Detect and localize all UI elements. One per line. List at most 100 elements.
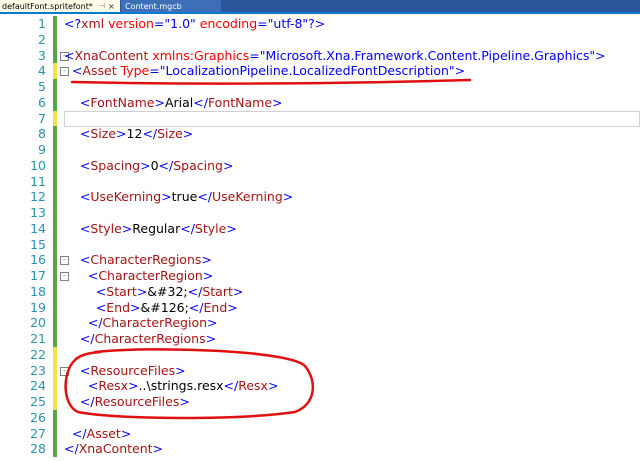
line-number: 27: [30, 425, 46, 441]
line-number: 21: [30, 331, 46, 346]
code-token: <: [64, 378, 99, 394]
line-number: 18: [30, 283, 46, 299]
code-token: >: [182, 126, 194, 142]
line-number: 11: [30, 173, 46, 189]
code-token: encoding: [195, 16, 258, 31]
change-marker: [53, 441, 57, 458]
code-line[interactable]: 16- <CharacterRegions>: [0, 252, 640, 269]
change-marker: [53, 346, 57, 363]
code-token: >: [130, 299, 141, 315]
change-marker: [53, 299, 57, 316]
code-token: =: [153, 16, 165, 31]
code-token: </: [180, 220, 195, 236]
code-line[interactable]: 9: [0, 142, 640, 158]
code-token: >: [222, 157, 234, 173]
code-token: Type: [116, 63, 150, 79]
code-token: >: [226, 220, 237, 236]
code-token: >: [232, 283, 244, 299]
code-token: Resx: [98, 378, 129, 394]
code-token: <: [64, 189, 91, 205]
code-token: </: [142, 126, 158, 142]
code-line[interactable]: 27 </Asset>: [0, 425, 640, 442]
code-line[interactable]: 22: [0, 346, 640, 363]
change-marker: [53, 110, 57, 127]
code-line[interactable]: 18 <Start>&#32;</Start>: [0, 283, 640, 300]
code-line[interactable]: 25 </ResourceFiles>: [0, 394, 640, 410]
code-line[interactable]: 1 <?xml version="1.0" encoding="utf-8"?>: [0, 16, 640, 32]
code-text: <?xml version="1.0" encoding="utf-8"?>: [64, 16, 325, 32]
code-editor[interactable]: 1 <?xml version="1.0" encoding="utf-8"?> 2…: [0, 14, 640, 461]
code-line[interactable]: 4- <Asset Type="LocalizationPipeline.Loc…: [0, 63, 640, 80]
code-line[interactable]: 26: [0, 409, 640, 426]
code-line[interactable]: 7: [0, 110, 640, 127]
code-token: >: [161, 189, 172, 205]
code-line[interactable]: 13: [0, 205, 640, 221]
line-number: 23: [30, 362, 46, 378]
code-text: <Asset Type="LocalizationPipeline.Locali…: [64, 63, 465, 79]
code-token: CharacterRegions: [94, 331, 206, 346]
change-marker: [53, 47, 57, 64]
code-token: >: [272, 94, 283, 110]
code-line[interactable]: 12 <UseKerning>true</UseKerning>: [0, 189, 640, 206]
code-token: FontName: [207, 94, 273, 110]
line-number: 2: [38, 31, 46, 47]
code-token: "1.0": [164, 16, 196, 31]
code-text: </CharacterRegion>: [64, 315, 218, 331]
code-line[interactable]: 20 </CharacterRegion>: [0, 315, 640, 332]
code-text: <Size>12</Size>: [64, 126, 193, 142]
code-line[interactable]: 19 <End>&#126;</End>: [0, 299, 640, 316]
change-marker: [53, 126, 57, 143]
code-line[interactable]: 5: [0, 79, 640, 95]
current-line-highlight: [64, 110, 640, 127]
line-number: 19: [30, 299, 46, 315]
code-token: 0: [150, 157, 159, 173]
tab-label: defaultFont.spritefont*: [2, 1, 93, 11]
code-line[interactable]: 17- <CharacterRegion>: [0, 268, 640, 284]
change-marker: [53, 189, 57, 206]
code-token: 12: [126, 126, 143, 142]
code-token: <: [64, 157, 91, 173]
code-line[interactable]: 23- <ResourceFiles>: [0, 362, 640, 379]
line-number: 1: [38, 16, 46, 31]
tab-defaultfont-spritefont[interactable]: defaultFont.spritefont* ⊣ ×: [0, 0, 120, 12]
code-line[interactable]: 15: [0, 236, 640, 253]
code-token: UseKerning: [212, 189, 283, 205]
code-line[interactable]: 10 <Spacing>0</Spacing>: [0, 157, 640, 174]
code-line[interactable]: 8 <Size>12</Size>: [0, 126, 640, 143]
line-number: 15: [30, 236, 46, 252]
change-marker: [53, 205, 57, 221]
code-line[interactable]: 2: [0, 31, 640, 48]
code-token: </: [64, 315, 103, 331]
code-line[interactable]: 14 <Style>Regular</Style>: [0, 220, 640, 237]
close-icon[interactable]: ×: [108, 2, 115, 11]
code-token: >: [267, 378, 279, 394]
code-token: <: [64, 252, 91, 268]
change-marker: [53, 268, 57, 284]
code-line[interactable]: 21 </CharacterRegions>: [0, 331, 640, 347]
code-text: <Start>&#32;</Start>: [64, 283, 244, 300]
code-token: <: [64, 268, 99, 283]
pin-icon[interactable]: ⊣: [99, 2, 105, 10]
change-marker: [53, 16, 57, 32]
code-line[interactable]: 28 </XnaContent>: [0, 441, 640, 458]
change-marker: [53, 173, 57, 190]
tab-content-mgcb[interactable]: Content.mgcb: [121, 0, 221, 12]
code-text: </CharacterRegions>: [64, 331, 216, 347]
code-token: XnaContent: [78, 441, 153, 457]
code-line[interactable]: 3- <XnaContent xmlns:Graphics="Microsoft.…: [0, 47, 640, 64]
code-token: >: [136, 283, 148, 299]
code-token: Size: [90, 126, 117, 142]
code-token: </: [188, 299, 204, 315]
code-line[interactable]: 6 <FontName>Arial</FontName>: [0, 94, 640, 111]
code-line[interactable]: 24 <Resx>..\strings.resx</Resx>: [0, 378, 640, 395]
code-token: </: [193, 94, 208, 110]
line-number: 25: [30, 394, 46, 409]
code-line[interactable]: 11: [0, 173, 640, 190]
code-token: Arial: [164, 94, 194, 110]
code-token: End: [106, 299, 131, 315]
line-number: 28: [30, 441, 46, 457]
change-marker: [53, 362, 57, 379]
change-marker: [53, 252, 57, 269]
code-token: </: [64, 394, 95, 409]
code-token: Size: [157, 126, 183, 142]
